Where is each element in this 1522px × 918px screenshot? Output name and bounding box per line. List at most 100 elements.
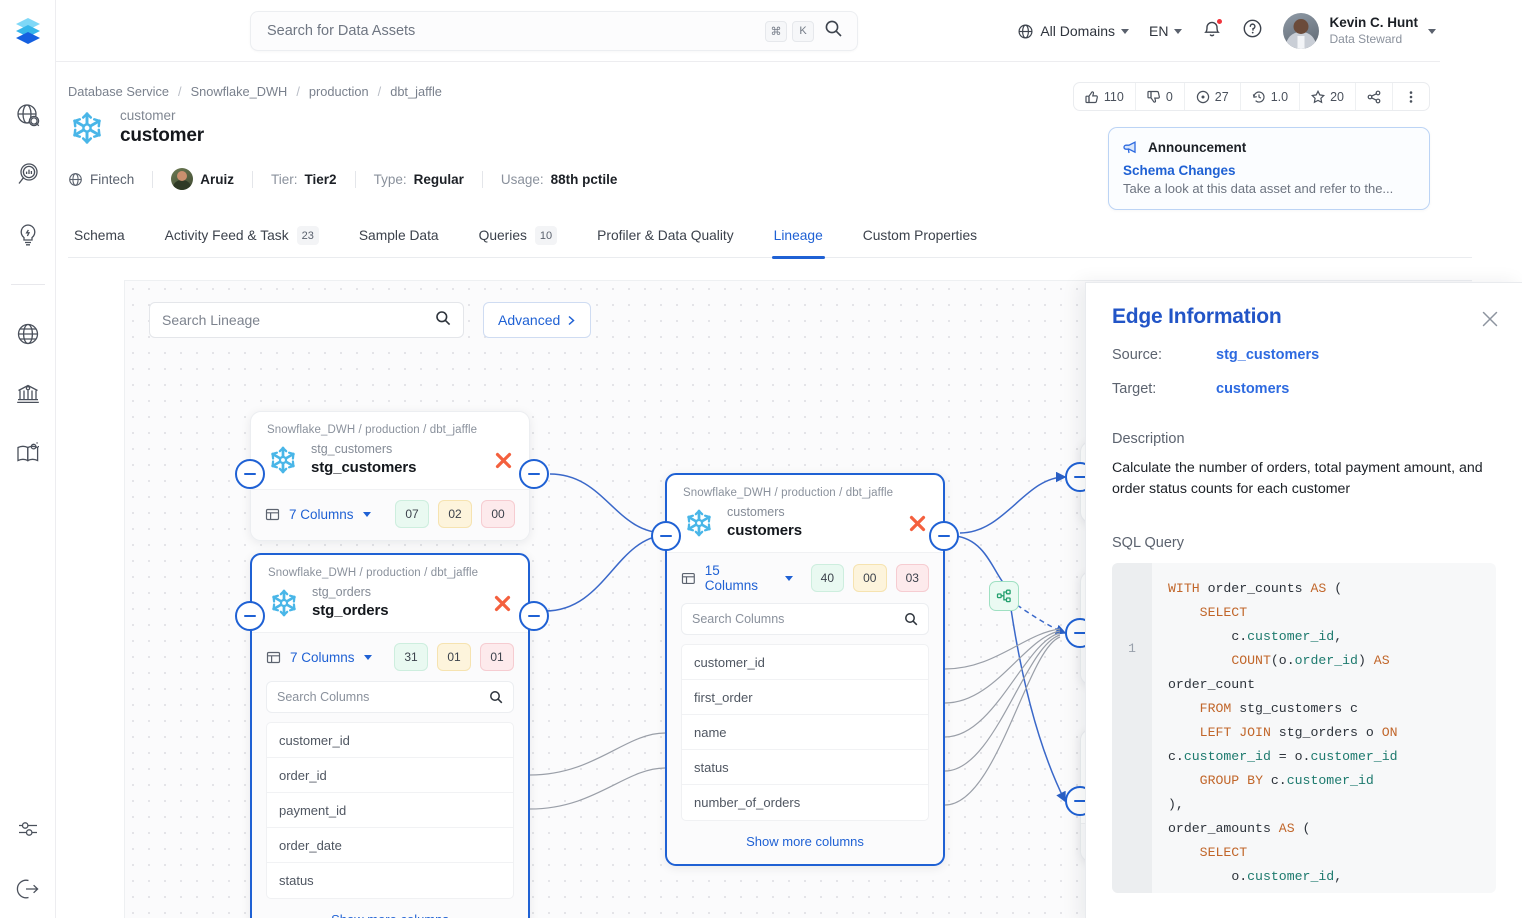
- column-item[interactable]: number_of_orders: [682, 785, 928, 820]
- search-icon[interactable]: [824, 19, 843, 43]
- sidebar-item-glossary[interactable]: [13, 439, 43, 469]
- column-search[interactable]: [266, 681, 514, 714]
- notifications-button[interactable]: [1202, 17, 1224, 44]
- advanced-button[interactable]: Advanced: [483, 302, 592, 338]
- search-input[interactable]: [267, 23, 760, 39]
- rail-divider: [10, 284, 45, 285]
- app-logo[interactable]: [0, 0, 56, 64]
- lineage-node-stg-orders[interactable]: Snowflake_DWH / production / dbt_jaffle …: [250, 553, 530, 918]
- tab-sample-data[interactable]: Sample Data: [339, 214, 459, 258]
- chevron-down-icon[interactable]: [362, 511, 371, 517]
- stat-version[interactable]: 1.0: [1241, 83, 1301, 110]
- column-item[interactable]: payment_id: [267, 793, 513, 829]
- breadcrumb-item-1[interactable]: Snowflake_DWH: [191, 84, 288, 99]
- chevron-down-icon[interactable]: [784, 575, 793, 581]
- search-icon[interactable]: [489, 690, 503, 704]
- tab-lineage[interactable]: Lineage: [754, 214, 843, 259]
- node-columns-label[interactable]: 7 Columns: [290, 650, 355, 665]
- announcement-title[interactable]: Schema Changes: [1123, 163, 1415, 178]
- eye-icon: [1196, 90, 1209, 103]
- kbd-k: K: [792, 20, 814, 42]
- breadcrumb: Database Service / Snowflake_DWH / produ…: [68, 84, 442, 99]
- remove-node-icon[interactable]: [908, 514, 927, 538]
- chevron-down-icon[interactable]: [363, 654, 372, 660]
- tab-label: Activity Feed & Task: [164, 228, 289, 243]
- tab-schema[interactable]: Schema: [68, 214, 145, 258]
- node-columns-label[interactable]: 7 Columns: [289, 507, 354, 522]
- sql-code: WITH order_counts AS ( SELECT c.customer…: [1168, 580, 1406, 884]
- show-more-columns-button[interactable]: Show more columns: [266, 899, 514, 918]
- node-expand-handle-right[interactable]: [929, 521, 959, 551]
- node-collapse-handle-left[interactable]: [235, 459, 265, 489]
- tab-activity-feed-task[interactable]: Activity Feed & Task 23: [145, 214, 339, 258]
- stat-dislikes[interactable]: 0: [1136, 83, 1185, 110]
- lineage-search[interactable]: [149, 302, 464, 338]
- sidebar-item-logout[interactable]: [13, 874, 43, 904]
- column-item[interactable]: first_order: [682, 680, 928, 716]
- stat-likes[interactable]: 110: [1074, 83, 1136, 110]
- column-lineage-badge-icon[interactable]: [989, 581, 1019, 611]
- announcement-description: Take a look at this data asset and refer…: [1123, 181, 1394, 196]
- sidebar-item-govern[interactable]: [13, 379, 43, 409]
- node-expand-handle-right[interactable]: [519, 601, 549, 631]
- sidebar-item-explore[interactable]: [13, 100, 43, 130]
- column-item[interactable]: name: [682, 715, 928, 751]
- node-subtitle: customers: [727, 505, 785, 519]
- node-collapse-handle-left[interactable]: [235, 601, 265, 631]
- lineage-node-stg-customers[interactable]: Snowflake_DWH / production / dbt_jaffle …: [250, 411, 530, 542]
- drawer-source-value[interactable]: stg_customers: [1216, 347, 1319, 363]
- tab-profiler-data-quality[interactable]: Profiler & Data Quality: [577, 214, 754, 258]
- column-item[interactable]: status: [682, 750, 928, 786]
- column-item[interactable]: order_id: [267, 758, 513, 794]
- node-expand-handle-right[interactable]: [519, 459, 549, 489]
- node-body: 15 Columns 40 00 03 customer: [667, 552, 943, 865]
- remove-node-icon[interactable]: [493, 594, 512, 618]
- breadcrumb-item-2[interactable]: production: [309, 84, 369, 99]
- column-item[interactable]: status: [267, 863, 513, 898]
- sidebar-item-insights[interactable]: [13, 160, 43, 190]
- column-item[interactable]: customer_id: [267, 723, 513, 759]
- stat-share[interactable]: [1356, 83, 1393, 110]
- sidebar-item-quality[interactable]: [13, 220, 43, 250]
- stat-views[interactable]: 27: [1185, 83, 1241, 110]
- stat-followers[interactable]: 20: [1300, 83, 1356, 110]
- global-search[interactable]: ⌘ K: [250, 11, 858, 51]
- asset-subtitle: customer: [120, 108, 176, 123]
- node-collapse-handle-left[interactable]: [651, 521, 681, 551]
- stat-more-menu[interactable]: [1393, 83, 1429, 110]
- meta-tier[interactable]: Tier: Tier2: [253, 172, 355, 187]
- sidebar-item-settings[interactable]: [13, 814, 43, 844]
- search-icon[interactable]: [904, 612, 918, 626]
- lineage-search-input[interactable]: [162, 312, 435, 328]
- breadcrumb-item-3[interactable]: dbt_jaffle: [390, 84, 442, 99]
- lineage-node-customers[interactable]: Snowflake_DWH / production / dbt_jaffle …: [665, 473, 945, 867]
- help-button[interactable]: [1242, 18, 1263, 44]
- domain-selector[interactable]: All Domains: [1017, 23, 1130, 40]
- user-menu[interactable]: Kevin C. Hunt Data Steward: [1283, 13, 1436, 49]
- announcement-card[interactable]: Announcement Schema Changes Take a look …: [1108, 127, 1430, 210]
- close-icon[interactable]: [1480, 309, 1500, 334]
- column-item[interactable]: customer_id: [682, 645, 928, 681]
- show-more-columns-button[interactable]: Show more columns: [681, 821, 929, 852]
- language-selector[interactable]: EN: [1149, 23, 1183, 39]
- meta-domain[interactable]: Fintech: [68, 172, 152, 187]
- sql-query-block[interactable]: 1 WITH order_counts AS ( SELECT c.custom…: [1112, 562, 1496, 893]
- column-search[interactable]: [681, 603, 929, 636]
- column-search-input[interactable]: [692, 612, 904, 627]
- meta-type-key: Type:: [373, 171, 407, 187]
- remove-node-icon[interactable]: [494, 451, 513, 475]
- search-icon[interactable]: [435, 310, 451, 331]
- tab-queries[interactable]: Queries 10: [459, 214, 578, 258]
- breadcrumb-item-0[interactable]: Database Service: [68, 84, 169, 99]
- node-columns-label[interactable]: 15 Columns: [705, 563, 776, 593]
- drawer-target-value[interactable]: customers: [1216, 381, 1289, 397]
- sidebar-item-domains[interactable]: [13, 319, 43, 349]
- pill-success: 07: [395, 500, 429, 529]
- column-search-input[interactable]: [277, 690, 489, 705]
- meta-owner[interactable]: Aruiz: [153, 168, 252, 190]
- globe-icon: [1018, 23, 1033, 39]
- drawer-title: Edge Information: [1112, 305, 1282, 328]
- tab-custom-properties[interactable]: Custom Properties: [843, 214, 997, 258]
- column-item[interactable]: order_date: [267, 828, 513, 864]
- pill-error: 03: [895, 564, 929, 593]
